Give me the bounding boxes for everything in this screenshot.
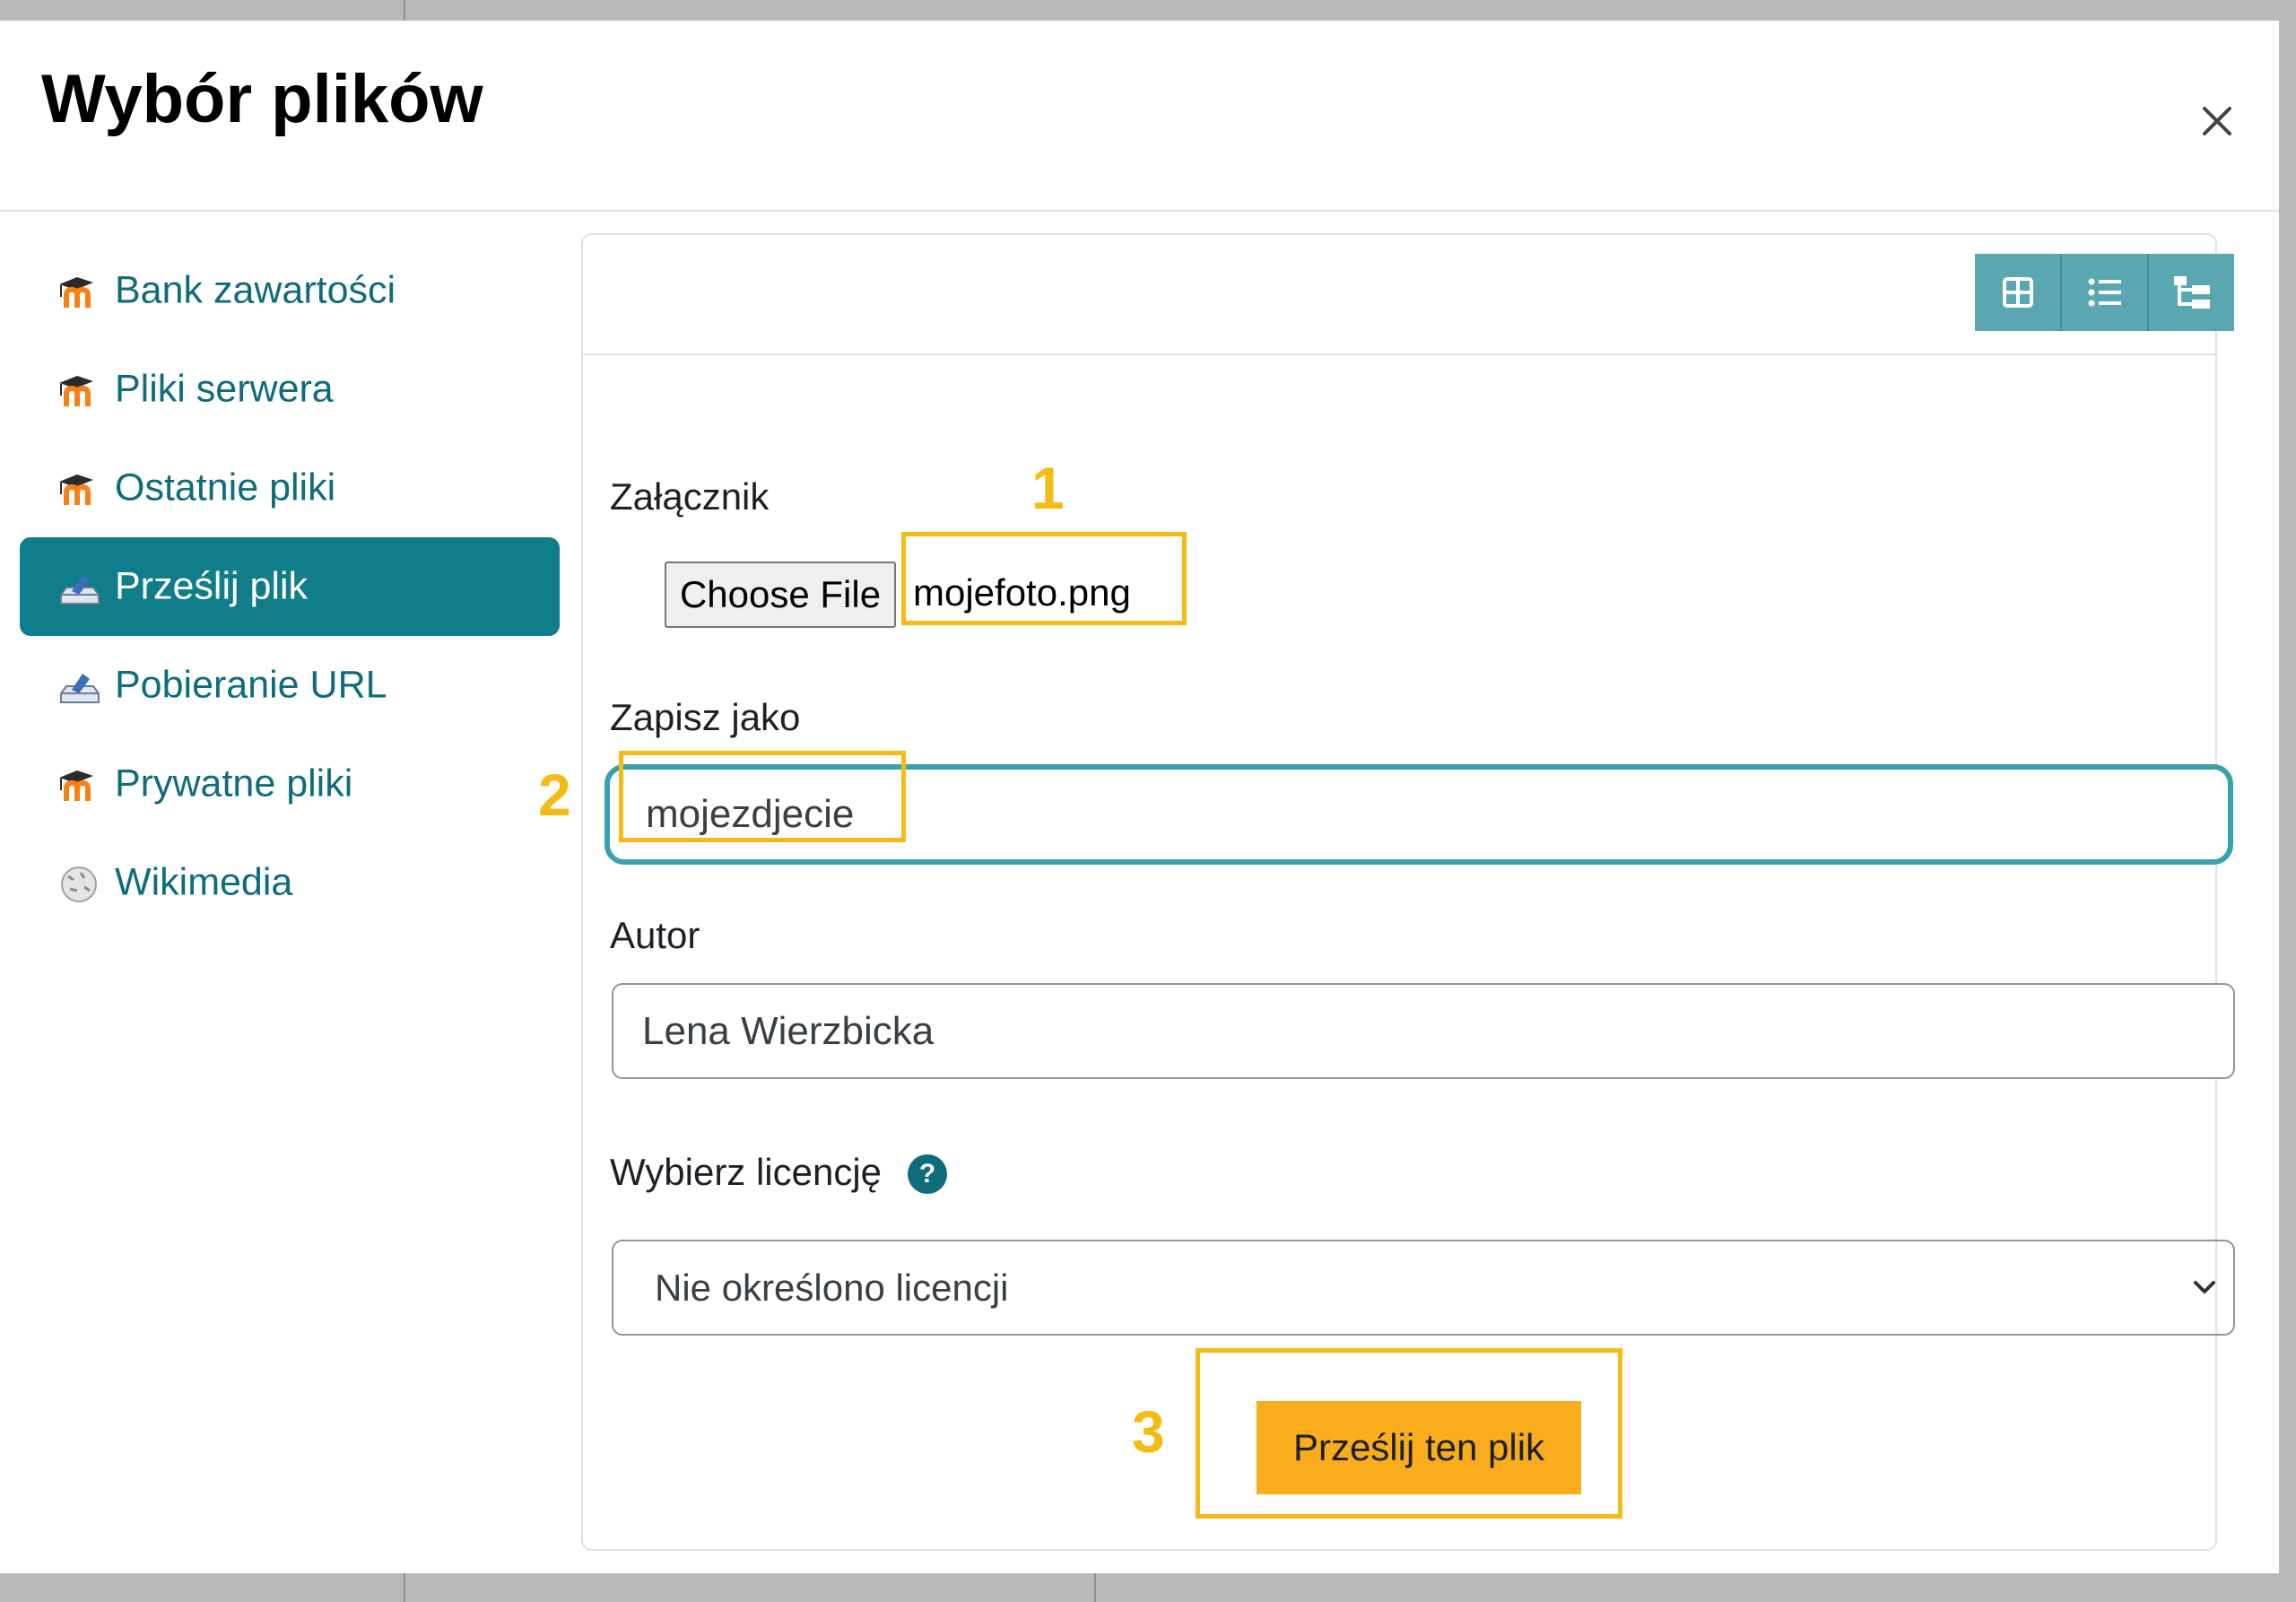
sidebar-item-ostatnie-pliki[interactable]: Ostatnie pliki	[20, 439, 560, 537]
highlight-save-as	[619, 751, 906, 842]
sidebar-item-pliki-serwera[interactable]: Pliki serwera	[20, 340, 560, 439]
moodle-icon	[59, 771, 93, 801]
repository-sidebar: Bank zawartości Pliki serwera Ostatnie p…	[20, 241, 560, 932]
moodle-icon	[59, 277, 93, 308]
sidebar-item-label: Prywatne pliki	[115, 762, 353, 805]
background-divider	[404, 0, 405, 21]
license-select[interactable]: Nie określono licencji	[612, 1240, 2235, 1336]
author-label: Autor	[610, 914, 700, 956]
choose-file-button[interactable]: Choose File	[665, 562, 896, 628]
background-divider	[404, 1573, 405, 1602]
moodle-icon	[59, 475, 93, 505]
background-divider	[1094, 1573, 1096, 1602]
sidebar-item-pobieranie-url[interactable]: Pobieranie URL	[20, 636, 560, 735]
view-toolbar	[583, 235, 2234, 355]
sidebar-item-przeslij-plik[interactable]: Prześlij plik	[20, 537, 560, 636]
file-picker-dialog: Wybór plików Bank zawartości Pliki serwe…	[0, 21, 2279, 1573]
sidebar-item-prywatne-pliki[interactable]: Prywatne pliki	[20, 735, 560, 833]
view-switcher	[1975, 254, 2234, 331]
step-number-3: 3	[1132, 1398, 1165, 1465]
sidebar-item-label: Wikimedia	[115, 860, 293, 904]
sidebar-item-label: Pliki serwera	[115, 367, 334, 411]
sidebar-item-label: Bank zawartości	[115, 268, 396, 312]
tree-view-icon	[2173, 276, 2210, 309]
upload-icon	[60, 674, 100, 703]
chevron-down-icon	[2194, 1281, 2215, 1293]
close-icon	[2203, 107, 2231, 135]
author-input[interactable]	[612, 983, 2235, 1079]
close-button[interactable]	[2188, 92, 2246, 150]
sidebar-item-label: Ostatnie pliki	[115, 466, 336, 509]
highlight-submit	[1196, 1348, 1622, 1519]
grid-view-button[interactable]	[1975, 254, 2062, 331]
dialog-title: Wybór plików	[41, 61, 483, 137]
list-view-button[interactable]	[2062, 254, 2149, 331]
step-number-1: 1	[1031, 455, 1065, 521]
attachment-label: Załącznik	[610, 475, 770, 518]
highlight-file-name	[901, 532, 1187, 625]
upload-icon	[60, 575, 100, 605]
sidebar-item-bank-zawartosci[interactable]: Bank zawartości	[20, 241, 560, 340]
sidebar-item-label: Prześlij plik	[115, 564, 309, 608]
grid-view-icon	[2002, 277, 2033, 308]
license-selected-value: Nie określono licencji	[655, 1267, 1009, 1309]
list-view-icon	[2088, 278, 2121, 307]
wikipedia-globe-icon	[61, 866, 97, 902]
moodle-icon	[59, 376, 93, 406]
save-as-label: Zapisz jako	[610, 696, 801, 738]
step-number-2: 2	[538, 762, 571, 828]
help-icon[interactable]: ?	[908, 1154, 947, 1194]
sidebar-item-wikimedia[interactable]: Wikimedia	[20, 833, 560, 932]
sidebar-item-label: Pobieranie URL	[115, 663, 387, 707]
license-label: Wybierz licencję	[610, 1151, 883, 1193]
tree-view-button[interactable]	[2149, 254, 2234, 331]
dialog-header: Wybór plików	[0, 21, 2279, 212]
